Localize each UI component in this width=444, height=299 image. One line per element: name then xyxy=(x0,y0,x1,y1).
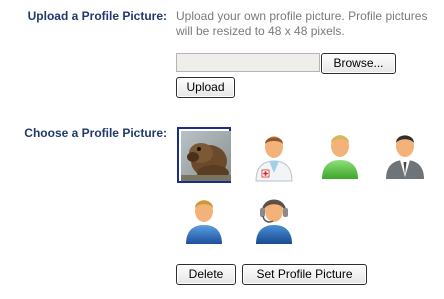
doctor-avatar-icon xyxy=(255,136,293,182)
user-green-icon xyxy=(322,135,358,179)
avatar-option-green-user[interactable] xyxy=(313,127,367,183)
delete-button[interactable]: Delete xyxy=(176,264,236,285)
headset-avatar-icon xyxy=(256,199,292,244)
avatar-option-blue-user[interactable] xyxy=(177,192,231,248)
upload-button[interactable]: Upload xyxy=(176,77,235,98)
avatar-option-businessman[interactable] xyxy=(378,127,432,183)
file-path-field[interactable] xyxy=(176,53,320,72)
prairie-dog-photo xyxy=(181,131,231,181)
upload-section-label: Upload a Profile Picture: xyxy=(27,9,167,23)
businessman-avatar-icon xyxy=(386,135,424,179)
choose-section-label: Choose a Profile Picture: xyxy=(24,126,167,140)
set-profile-picture-button[interactable]: Set Profile Picture xyxy=(242,264,367,285)
user-blue-icon xyxy=(186,200,222,244)
avatar-option-photo[interactable] xyxy=(177,127,231,183)
upload-description: Upload your own profile picture. Profile… xyxy=(176,9,428,38)
avatar-option-support-headset[interactable] xyxy=(247,192,301,248)
browse-button[interactable]: Browse... xyxy=(321,53,396,74)
avatar-option-doctor[interactable] xyxy=(247,127,301,183)
profile-picture-panel: Upload a Profile Picture: Upload your ow… xyxy=(0,0,444,299)
